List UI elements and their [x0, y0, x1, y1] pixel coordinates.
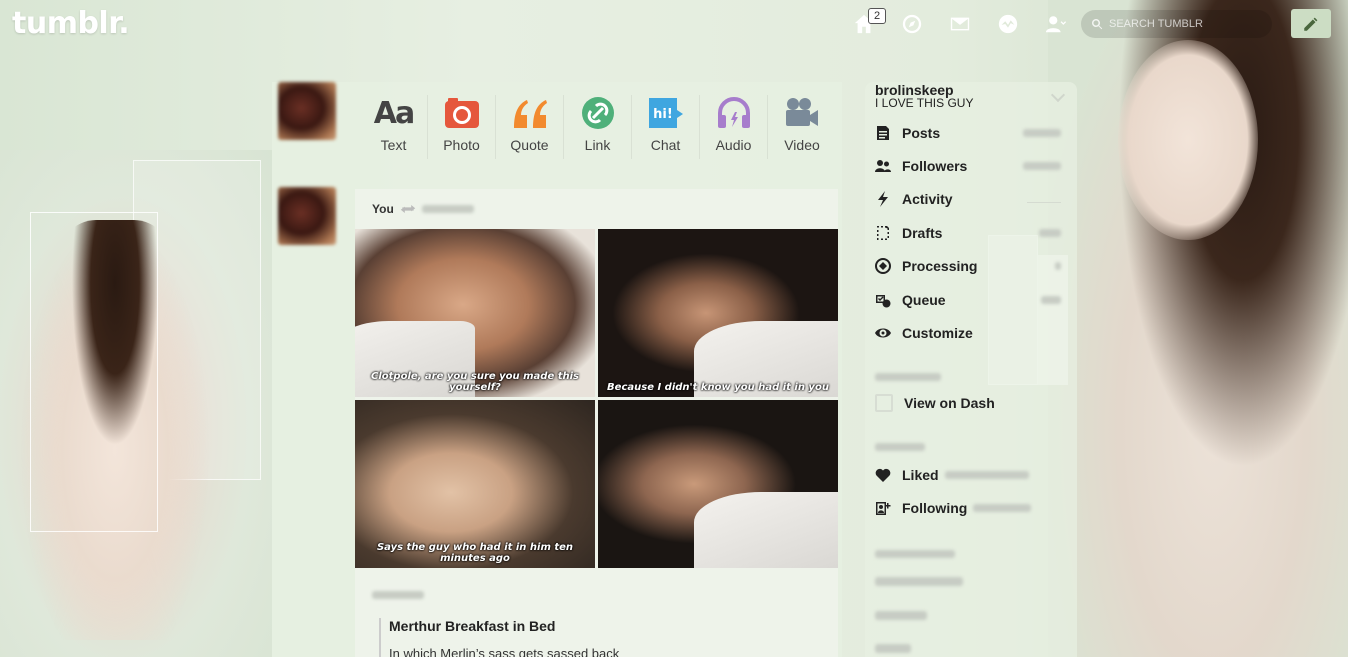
tumblr-logo[interactable]: tumblr.	[12, 6, 130, 41]
count-value	[1055, 262, 1061, 271]
sidebar-item-customize[interactable]: Customize	[865, 316, 1077, 349]
account-button[interactable]	[1044, 12, 1068, 36]
count-value	[1041, 295, 1061, 304]
user-avatar[interactable]	[278, 82, 336, 140]
gif-image[interactable]: Because I didn't know you had it in you	[598, 229, 838, 397]
messages-button[interactable]	[948, 12, 972, 36]
following-count	[973, 504, 1032, 512]
background-frame	[30, 212, 158, 532]
sidebar-item-activity[interactable]: Activity	[865, 183, 1077, 216]
post-type-bar: Aa Text Photo Quote Link hi! Chat Audio …	[360, 95, 836, 159]
liked-count	[944, 471, 1029, 479]
tracked-tag[interactable]	[875, 644, 911, 653]
following-icon	[876, 502, 891, 515]
reblog-icon	[400, 205, 415, 213]
reblog-source[interactable]	[421, 205, 474, 213]
explore-button[interactable]	[900, 12, 924, 36]
post-title: Merthur Breakfast in Bed	[389, 618, 556, 634]
blog-sidebar: brolinskeep I LOVE THIS GUY Posts Follow…	[865, 82, 1077, 657]
count-value	[1023, 128, 1061, 137]
lightning-icon	[878, 191, 888, 208]
document-icon	[877, 125, 889, 140]
post-type-quote[interactable]: Quote	[496, 95, 564, 159]
heart-icon	[875, 468, 891, 482]
sidebar-item-processing[interactable]: Processing	[865, 250, 1077, 283]
dashboard-icon	[875, 394, 893, 412]
post-type-chat[interactable]: hi! Chat	[632, 95, 700, 159]
video-camera-icon	[786, 98, 818, 126]
activity-button[interactable]	[996, 12, 1020, 36]
search-icon	[1091, 18, 1103, 30]
quote-icon	[513, 100, 547, 128]
gif-image[interactable]: Says the guy who had it in him ten minut…	[355, 400, 595, 568]
compose-button[interactable]	[1291, 9, 1331, 38]
section-label	[875, 550, 955, 558]
count-value	[1039, 228, 1061, 237]
sidebar-item-drafts[interactable]: Drafts	[865, 216, 1077, 249]
compass-icon	[902, 14, 922, 34]
sidebar-item-queue[interactable]: Queue	[865, 283, 1077, 316]
post-type-audio[interactable]: Audio	[700, 95, 768, 159]
post-type-video[interactable]: Video	[768, 95, 836, 159]
eye-icon	[875, 328, 891, 338]
sidebar-item-posts[interactable]: Posts	[865, 116, 1077, 149]
section-label	[875, 373, 941, 381]
dashboard-post: You Clotpole, are you sure you made this…	[355, 189, 838, 657]
account-icon	[1045, 16, 1067, 33]
count-value	[1023, 162, 1061, 171]
home-badge: 2	[868, 8, 886, 24]
post-text: In which Merlin’s sass gets sassed back	[389, 646, 620, 657]
photoset: Clotpole, are you sure you made this you…	[355, 229, 838, 568]
gif-image[interactable]	[598, 400, 838, 568]
activity-icon	[998, 14, 1018, 34]
post-source	[355, 568, 838, 604]
view-on-dash-label: View on Dash	[904, 395, 995, 411]
sidebar-item-followers[interactable]: Followers	[865, 149, 1077, 182]
background-photo-right	[988, 0, 1348, 657]
search-input[interactable]	[1109, 18, 1259, 30]
post-type-text[interactable]: Aa Text	[360, 95, 428, 159]
gif-caption: Because I didn't know you had it in you	[607, 382, 829, 393]
post-header: You	[355, 189, 838, 229]
post-author[interactable]: You	[372, 202, 394, 216]
headphones-icon	[717, 97, 750, 128]
background-face	[1118, 40, 1258, 240]
blog-title: I LOVE THIS GUY	[875, 96, 974, 110]
following-label: Following	[902, 500, 968, 516]
link-icon	[581, 97, 614, 129]
gif-caption: Says the guy who had it in him ten minut…	[376, 542, 574, 564]
search-bar[interactable]	[1081, 10, 1272, 38]
background-photo-left	[0, 150, 272, 657]
home-button[interactable]: 2	[852, 8, 886, 36]
section-label	[875, 443, 925, 451]
envelope-icon	[950, 17, 970, 31]
liked-link[interactable]: Liked	[875, 467, 1029, 483]
post-type-photo[interactable]: Photo	[428, 95, 496, 159]
source-blog[interactable]	[372, 591, 424, 599]
pencil-icon	[1304, 17, 1318, 31]
processing-icon	[875, 258, 891, 275]
followers-icon	[875, 160, 891, 173]
post-avatar[interactable]	[278, 187, 336, 245]
liked-label: Liked	[902, 467, 939, 483]
chat-icon: hi!	[648, 98, 683, 128]
chevron-down-icon[interactable]	[1050, 87, 1066, 103]
text-icon: Aa	[373, 95, 415, 131]
gif-image[interactable]: Clotpole, are you sure you made this you…	[355, 229, 595, 397]
activity-sparkline	[1027, 195, 1061, 204]
top-nav: 2	[840, 8, 1080, 40]
drafts-icon	[877, 225, 889, 240]
gif-caption: Clotpole, are you sure you made this you…	[371, 371, 579, 393]
svg-text:hi!: hi!	[653, 107, 673, 122]
post-type-link[interactable]: Link	[564, 95, 632, 159]
following-link[interactable]: Following	[875, 500, 1032, 516]
post-body: Merthur Breakfast in Bed In which Merlin…	[379, 618, 838, 657]
view-on-dash-button[interactable]: View on Dash	[875, 394, 995, 412]
camera-icon	[444, 98, 479, 128]
queue-icon	[876, 294, 891, 308]
tracked-tag[interactable]	[875, 611, 927, 620]
blog-menu: Posts Followers Activity Drafts Processi…	[865, 116, 1077, 350]
tracked-tag[interactable]	[875, 577, 963, 586]
